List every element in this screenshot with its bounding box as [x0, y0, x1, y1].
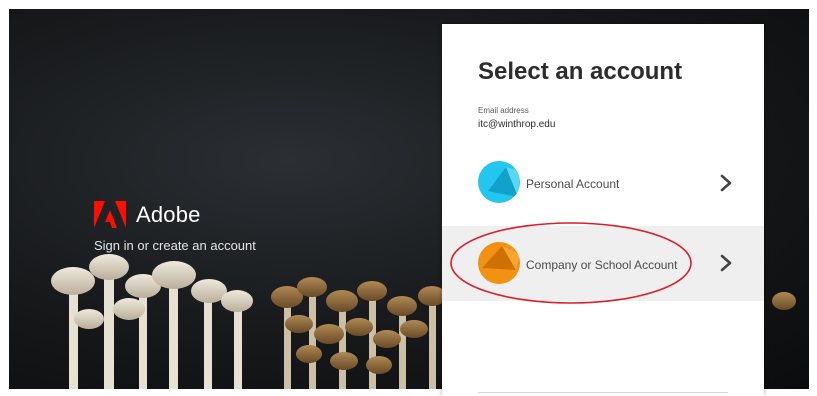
personal-account-label: Personal Account [526, 177, 620, 191]
email-label: Email address [478, 106, 529, 115]
page-title: Select an account [478, 58, 683, 85]
email-value: itc@winthrop.edu [478, 119, 556, 130]
company-account-label: Company or School Account [526, 258, 678, 272]
personal-account-option[interactable]: Personal Account [442, 147, 764, 219]
personal-account-avatar-icon [478, 161, 520, 203]
chevron-right-icon [720, 254, 732, 272]
adobe-brand: Adobe [94, 201, 201, 228]
panel-divider [478, 392, 728, 393]
account-selection-panel: Select an account Email address itc@wint… [442, 24, 764, 396]
company-account-avatar-icon [478, 242, 520, 284]
company-or-school-account-option[interactable]: Company or School Account [442, 226, 764, 301]
brand-name: Adobe [136, 201, 201, 227]
chevron-right-icon [720, 174, 732, 192]
brand-tagline: Sign in or create an account [94, 238, 256, 253]
adobe-logo-icon [94, 201, 126, 228]
